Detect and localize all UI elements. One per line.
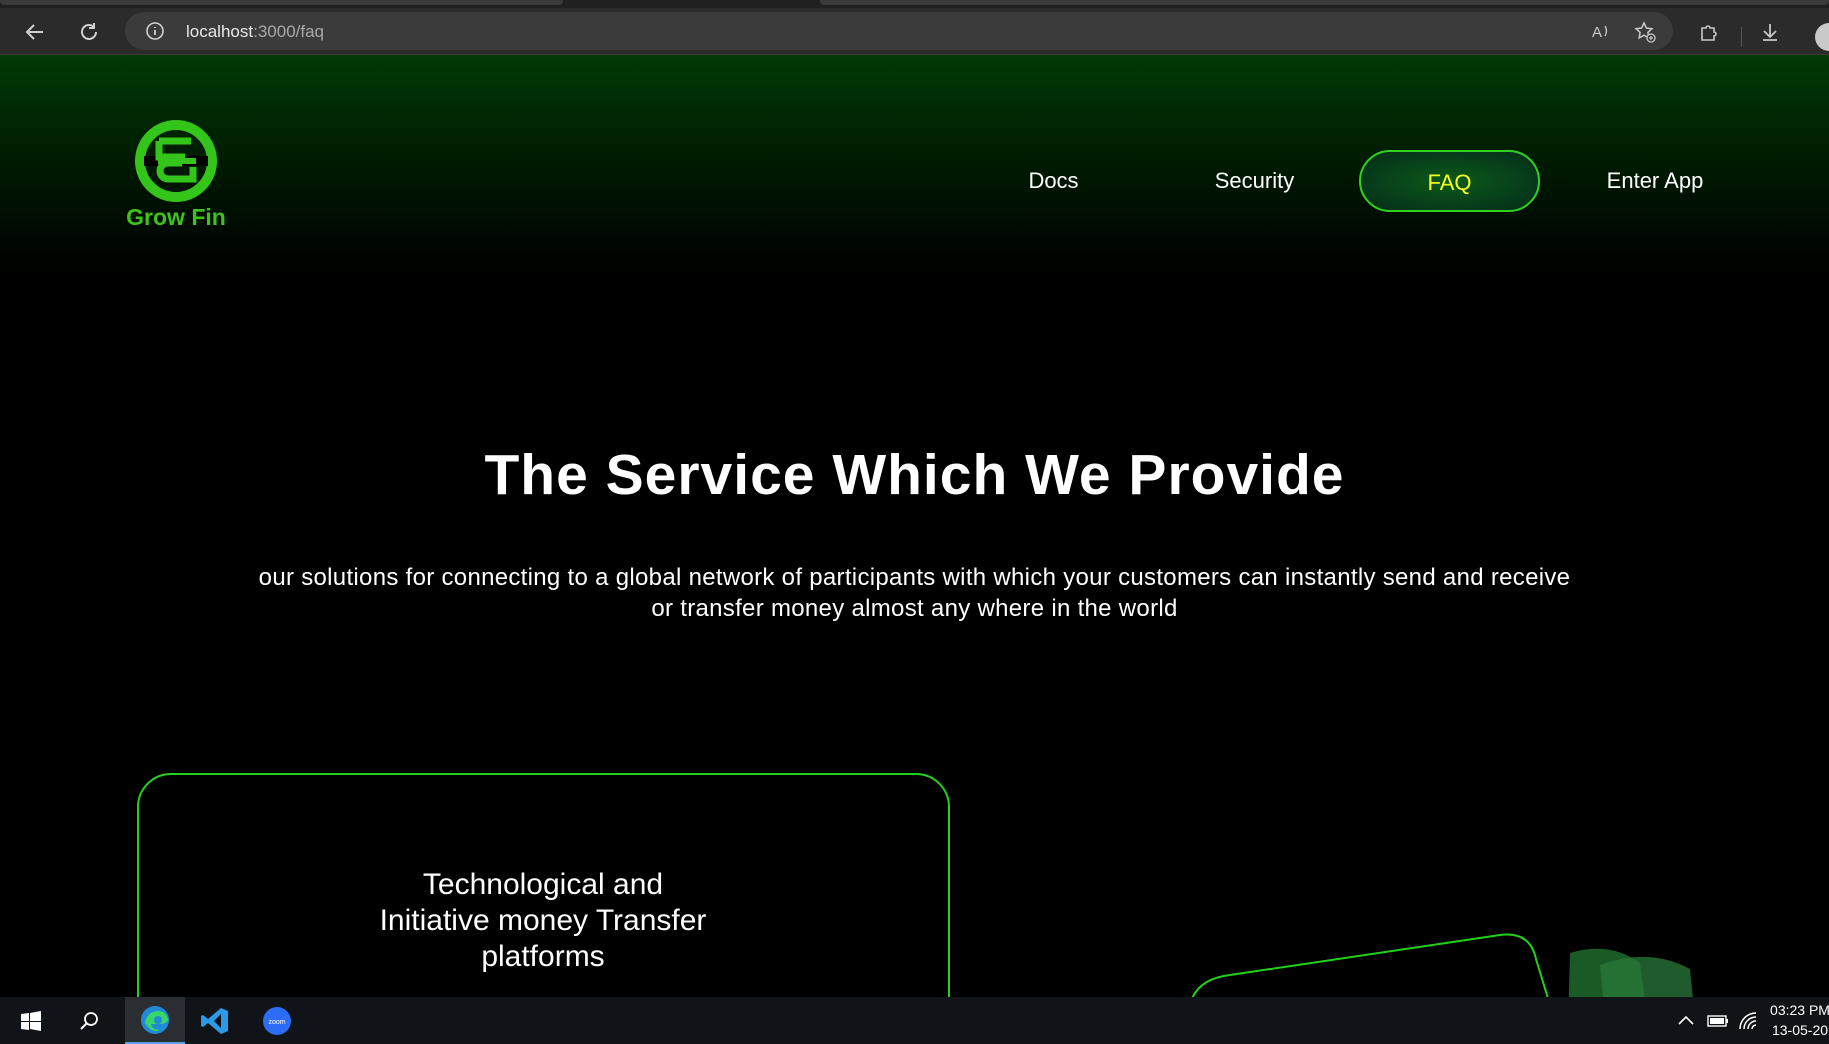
card-title-line: Technological and	[422, 868, 664, 901]
svg-text:zoom: zoom	[268, 1019, 285, 1026]
toolbar-divider	[1741, 27, 1742, 47]
card-title-line: platforms	[481, 940, 605, 973]
extensions-button[interactable]	[1694, 17, 1724, 47]
taskbar-zoom-app[interactable]: zoom	[249, 997, 305, 1044]
hero-title: The Service Which We Provide	[484, 443, 1345, 507]
download-icon	[1763, 24, 1777, 41]
taskbar-search-button[interactable]	[62, 997, 118, 1044]
downloads-button[interactable]	[1755, 17, 1785, 47]
grow-fin-logo-icon	[135, 120, 217, 202]
back-button[interactable]	[20, 17, 50, 47]
wifi-icon[interactable]	[1738, 1011, 1760, 1031]
nav-faq[interactable]: FAQ	[1359, 150, 1540, 212]
search-icon	[80, 1011, 98, 1030]
refresh-button[interactable]	[74, 17, 104, 47]
vscode-icon	[201, 1007, 228, 1034]
hero-subtitle: our solutions for connecting to a global…	[258, 564, 1571, 622]
svg-text:A: A	[1592, 24, 1602, 41]
brand-name: Grow Fin	[126, 204, 226, 230]
taskbar-vscode-app[interactable]	[187, 997, 243, 1044]
nav-security[interactable]: Security	[1201, 150, 1308, 212]
clock-date: 13-05-20	[1771, 1022, 1829, 1038]
browser-tab[interactable]	[820, 0, 1829, 5]
favorites-star-icon[interactable]	[1633, 20, 1657, 44]
taskbar-edge-app[interactable]	[125, 997, 185, 1044]
address-bar[interactable]: localhost:3000/faq A	[125, 12, 1673, 50]
puzzle-icon	[1701, 25, 1717, 41]
start-button[interactable]	[3, 997, 59, 1044]
browser-tab-strip	[0, 0, 1829, 8]
clock-time: 03:23 PM	[1770, 1002, 1829, 1018]
card-title-line: Initiative money Transfer	[379, 904, 707, 937]
card-stack-illustration	[1191, 933, 1693, 997]
windows-logo-icon	[21, 1010, 41, 1031]
zoom-icon: zoom	[263, 1006, 291, 1035]
profile-avatar[interactable]	[1815, 23, 1829, 51]
url-text[interactable]: localhost:3000/faq	[186, 22, 324, 42]
read-aloud-icon[interactable]: A	[1590, 20, 1612, 42]
site-info-icon[interactable]	[145, 21, 165, 41]
browser-tab[interactable]	[0, 0, 563, 5]
nav-enter-app[interactable]: Enter App	[1595, 150, 1715, 212]
battery-icon[interactable]	[1706, 1013, 1730, 1029]
service-card-title: Technological and Initiative money Trans…	[0, 867, 1086, 975]
browser-toolbar: localhost:3000/faq A	[0, 8, 1829, 55]
taskbar-clock[interactable]: 03:23 PM 13-05-20	[1765, 1000, 1829, 1040]
windows-taskbar: zoom 03:23 PM 13-05-20	[0, 997, 1829, 1044]
edge-browser-icon	[141, 1005, 169, 1034]
refresh-icon	[81, 23, 97, 40]
nav-docs[interactable]: Docs	[1000, 150, 1107, 212]
tray-overflow-chevron-icon[interactable]	[1677, 1013, 1695, 1027]
back-arrow-icon	[25, 24, 43, 40]
brand-logo[interactable]: Grow Fin	[124, 119, 228, 239]
page-viewport: Grow Fin Docs Security FAQ Enter App The…	[0, 55, 1829, 997]
